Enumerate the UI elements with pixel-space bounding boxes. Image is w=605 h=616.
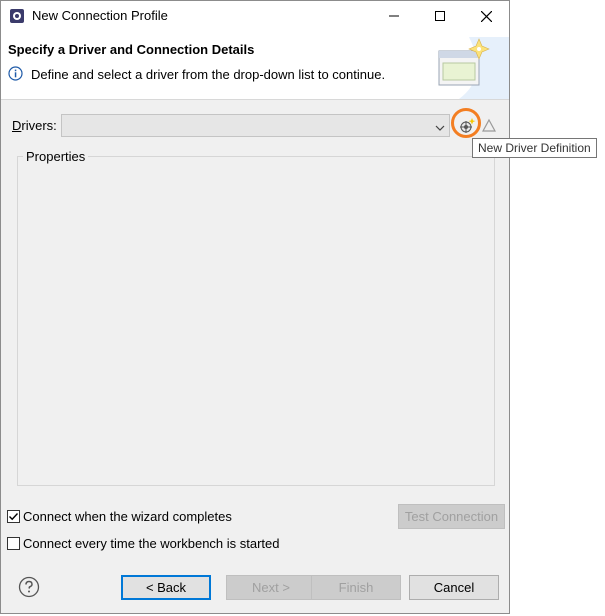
wizard-banner-icon <box>429 37 509 99</box>
title-bar: New Connection Profile <box>1 1 509 31</box>
connect-on-startup-label: Connect every time the workbench is star… <box>23 536 280 551</box>
page-title: Specify a Driver and Connection Details <box>8 42 255 57</box>
info-icon <box>8 66 23 81</box>
checkmark-icon <box>9 513 19 521</box>
window-title: New Connection Profile <box>32 8 168 23</box>
maximize-button[interactable] <box>417 1 463 31</box>
test-connection-button[interactable]: Test Connection <box>398 504 505 529</box>
drivers-label: Drivers: <box>12 118 57 133</box>
wizard-header: Specify a Driver and Connection Details … <box>1 31 509 100</box>
connect-on-finish-checkbox[interactable] <box>7 510 20 523</box>
cancel-button[interactable]: Cancel <box>409 575 499 600</box>
next-button[interactable]: Next > <box>226 575 316 600</box>
close-button[interactable] <box>463 1 509 31</box>
chevron-down-icon <box>435 121 445 131</box>
connect-on-startup-checkbox[interactable] <box>7 537 20 550</box>
drivers-dropdown[interactable] <box>61 114 450 137</box>
dialog-window: New Connection Profile Specify a Driver … <box>0 0 510 614</box>
finish-button[interactable]: Finish <box>311 575 401 600</box>
connect-on-finish-option[interactable]: Connect when the wizard completes <box>7 509 232 524</box>
properties-group <box>17 156 495 486</box>
minimize-icon <box>389 15 399 17</box>
close-icon <box>480 10 492 22</box>
edit-driver-icon <box>481 118 497 132</box>
back-button[interactable]: < Back <box>121 575 211 600</box>
highlight-ring <box>451 108 481 138</box>
properties-legend: Properties <box>23 149 89 164</box>
maximize-icon <box>435 11 445 21</box>
new-driver-tooltip: New Driver Definition <box>472 138 597 158</box>
connect-on-finish-label: Connect when the wizard completes <box>23 509 232 524</box>
help-icon[interactable] <box>18 576 40 598</box>
page-description: Define and select a driver from the drop… <box>31 67 386 82</box>
app-icon <box>9 8 25 24</box>
connect-on-startup-option[interactable]: Connect every time the workbench is star… <box>7 536 280 551</box>
edit-driver-button[interactable] <box>481 118 497 132</box>
minimize-button[interactable] <box>371 1 417 31</box>
